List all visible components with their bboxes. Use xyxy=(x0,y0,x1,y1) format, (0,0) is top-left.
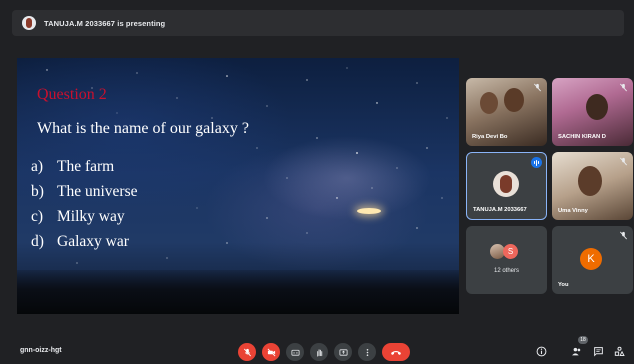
participant-name: SACHIN KIRAN D xyxy=(558,134,606,140)
mic-off-icon xyxy=(243,348,251,356)
presenter-avatar xyxy=(22,16,36,30)
participant-video xyxy=(480,92,498,114)
participant-tile-speaking[interactable]: TANUJA.M 2033667 xyxy=(466,152,547,220)
more-options-button[interactable] xyxy=(358,343,376,361)
landscape-silhouette xyxy=(17,270,459,314)
meeting-code: gnn-oizz-hgt xyxy=(20,347,62,354)
mic-off-icon xyxy=(534,83,541,92)
participant-video xyxy=(504,88,524,112)
present-screen-icon xyxy=(338,348,348,356)
option-d: d) Galaxy war xyxy=(31,233,129,250)
participant-avatar xyxy=(493,171,519,197)
end-call-button[interactable] xyxy=(382,343,410,361)
participant-name: Riya Devi Bo xyxy=(472,134,508,140)
meeting-info-button[interactable] xyxy=(534,344,548,358)
answer-options: a) The farm b) The universe c) Milky way d)… xyxy=(31,154,137,254)
participant-name: TANUJA.M 2033667 xyxy=(473,207,527,213)
end-call-icon xyxy=(391,350,401,355)
people-count-badge: 18 xyxy=(578,336,588,344)
activities-icon xyxy=(614,346,625,356)
others-count-label: 12 others xyxy=(493,268,520,274)
people-button[interactable] xyxy=(569,344,583,358)
presenting-banner: TANUJA.M 2033667 is presenting xyxy=(12,10,624,36)
camera-toggle-button[interactable] xyxy=(262,343,280,361)
presenting-text: TANUJA.M 2033667 is presenting xyxy=(44,18,166,28)
participant-name: Uma Vinny xyxy=(558,208,588,214)
mic-off-icon xyxy=(620,157,627,166)
raise-hand-button[interactable] xyxy=(310,343,328,361)
others-avatars: S xyxy=(490,244,526,260)
others-tile[interactable]: S 12 others xyxy=(466,226,547,294)
self-tile[interactable]: K You xyxy=(552,226,633,294)
question-text: What is the name of our galaxy ? xyxy=(37,120,249,137)
chat-button[interactable] xyxy=(591,344,605,358)
participant-avatar: S xyxy=(503,244,518,259)
option-a: a) The farm xyxy=(31,158,115,175)
horizon-light xyxy=(357,208,381,214)
people-icon xyxy=(571,347,580,355)
participant-name: You xyxy=(558,282,569,288)
captions-button[interactable] xyxy=(286,343,304,361)
chat-icon xyxy=(593,346,603,357)
speaking-indicator-icon xyxy=(531,157,542,168)
presentation-slide: Question 2 What is the name of our galax… xyxy=(17,58,459,314)
participant-video xyxy=(586,94,608,120)
participant-tile[interactable]: Uma Vinny xyxy=(552,152,633,220)
camera-off-icon xyxy=(267,348,275,356)
info-icon xyxy=(536,346,546,356)
option-b: b) The universe xyxy=(31,183,138,200)
raise-hand-icon xyxy=(316,348,322,357)
participant-tile[interactable]: Riya Devi Bo xyxy=(466,78,547,146)
bottom-control-bar: gnn-oizz-hgt 18 xyxy=(0,330,634,364)
self-avatar: K xyxy=(580,248,602,270)
question-label: Question 2 xyxy=(37,86,107,103)
activities-button[interactable] xyxy=(612,344,626,358)
captions-icon xyxy=(290,349,300,356)
mic-off-icon xyxy=(620,83,627,92)
participant-tile[interactable]: SACHIN KIRAN D xyxy=(552,78,633,146)
mic-toggle-button[interactable] xyxy=(238,343,256,361)
present-screen-button[interactable] xyxy=(334,343,352,361)
mic-off-icon xyxy=(620,231,627,240)
participant-video xyxy=(578,166,602,196)
option-c: c) Milky way xyxy=(31,208,125,225)
more-options-icon xyxy=(366,348,368,356)
